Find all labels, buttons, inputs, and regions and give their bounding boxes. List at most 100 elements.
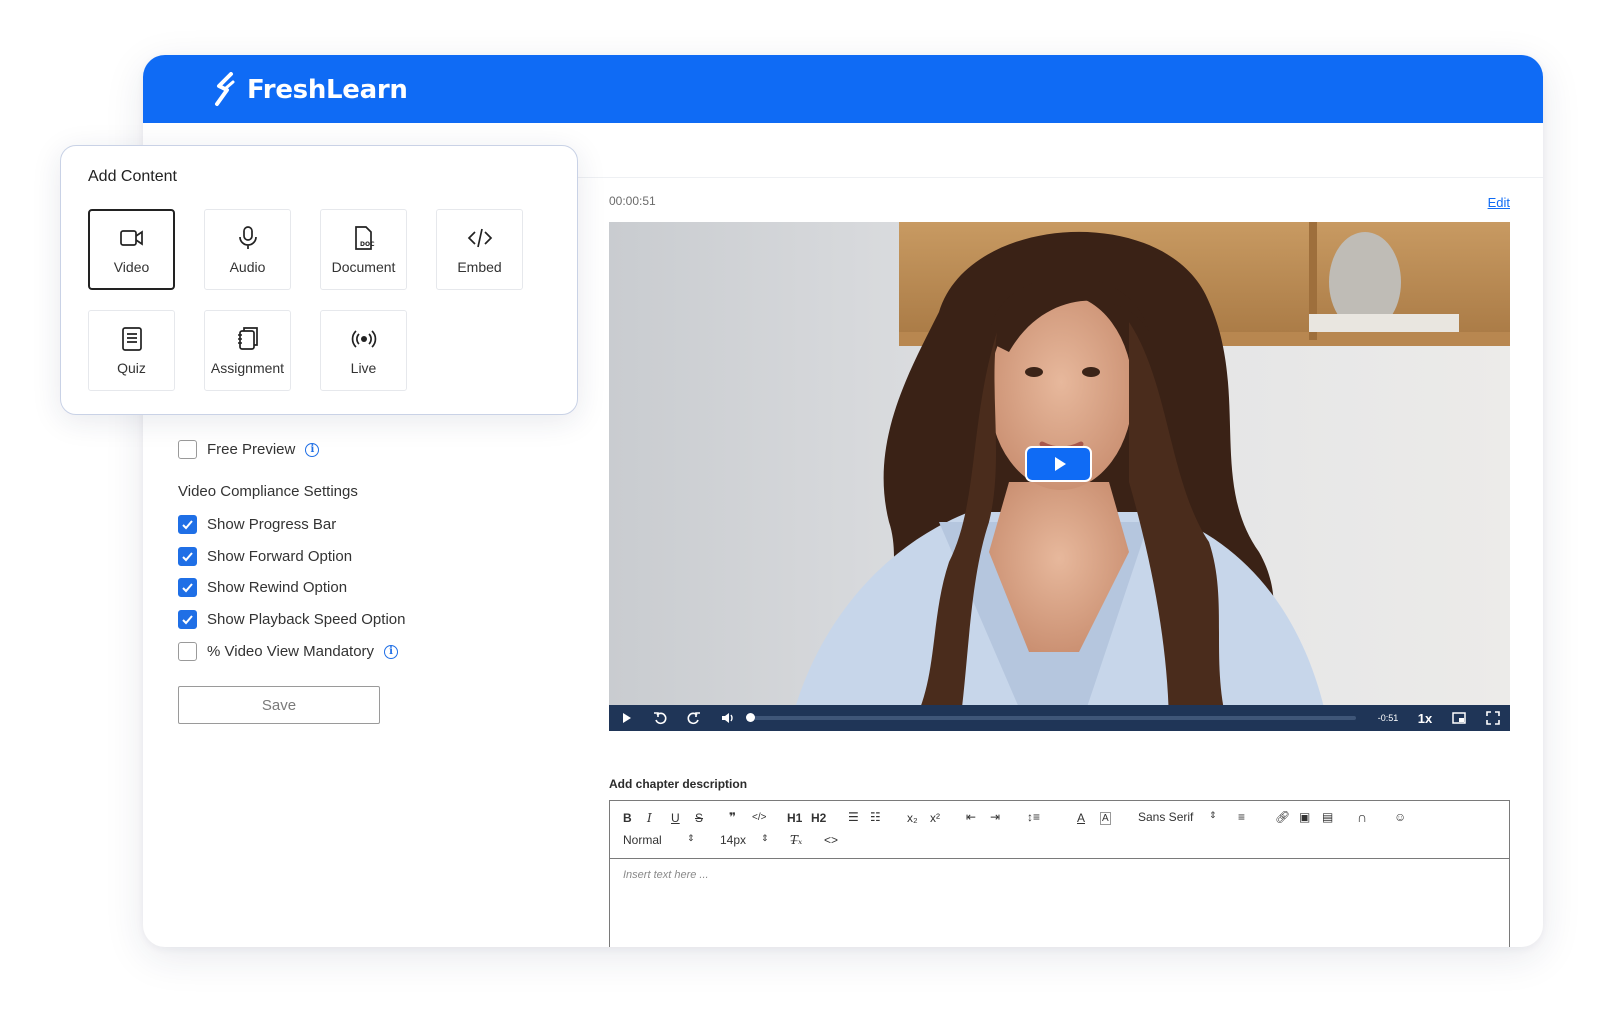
subscript-icon[interactable]: x₂ bbox=[907, 811, 918, 825]
option-row[interactable]: Show Forward Option bbox=[178, 547, 352, 566]
assignment-icon bbox=[237, 326, 258, 350]
description-label: Add chapter description bbox=[609, 777, 748, 791]
headphones-icon[interactable]: ∩ bbox=[1357, 809, 1367, 825]
chevron-updown-icon: ⇕ bbox=[687, 833, 695, 843]
free-preview-label: Free Preview bbox=[207, 441, 296, 458]
option-label: % Video View Mandatory bbox=[207, 643, 375, 660]
underline-button[interactable]: U bbox=[671, 811, 680, 825]
progress-bar[interactable] bbox=[746, 713, 1356, 722]
tile-label: Assignment bbox=[210, 359, 285, 376]
option-label: Show Rewind Option bbox=[207, 579, 348, 596]
video-embed-icon[interactable]: ▤ bbox=[1322, 810, 1333, 824]
play-button[interactable] bbox=[1025, 446, 1092, 482]
tile-label: Quiz bbox=[117, 359, 146, 376]
option-row[interactable]: Show Progress Bar bbox=[178, 515, 336, 534]
chevron-updown-icon: ⇕ bbox=[1209, 810, 1217, 820]
tile-label: Audio bbox=[229, 258, 266, 275]
bullet-list-icon[interactable]: ☷ bbox=[870, 810, 881, 824]
playback-speed[interactable]: 1x bbox=[1408, 711, 1442, 726]
rich-text-editor[interactable]: B I U S ❞ </> H1 H2 ☰ ☷ x₂ x² ⇤ ⇥ ↕≡ A A… bbox=[609, 800, 1510, 947]
save-button[interactable]: Save bbox=[178, 686, 380, 724]
volume-icon[interactable] bbox=[711, 705, 745, 731]
free-preview-checkbox[interactable] bbox=[178, 440, 197, 459]
indent-icon[interactable]: ⇥ bbox=[990, 810, 1000, 824]
forward-icon[interactable] bbox=[677, 705, 711, 731]
video-icon bbox=[119, 229, 143, 246]
video-duration: 00:00:51 bbox=[609, 194, 656, 208]
checkbox-checked[interactable] bbox=[178, 578, 197, 597]
italic-button[interactable]: I bbox=[647, 811, 652, 825]
content-type-audio[interactable]: Audio bbox=[204, 209, 291, 290]
heading2-button[interactable]: H2 bbox=[811, 811, 826, 825]
code-icon bbox=[467, 228, 492, 247]
bold-button[interactable]: B bbox=[623, 811, 632, 825]
info-icon[interactable]: i bbox=[384, 644, 399, 659]
picture-in-picture-icon[interactable] bbox=[1442, 705, 1476, 731]
fullscreen-icon[interactable] bbox=[1476, 705, 1510, 731]
block-format-select[interactable]: Normal bbox=[623, 833, 662, 847]
add-content-popup: Add Content Video Audio DOC Document Emb… bbox=[60, 145, 578, 415]
checkbox-checked[interactable] bbox=[178, 515, 197, 534]
svg-text:DOC: DOC bbox=[360, 241, 375, 248]
checkbox-unchecked[interactable] bbox=[178, 642, 197, 661]
free-preview-row[interactable]: Free Preview i bbox=[178, 440, 320, 459]
text-color-icon[interactable]: A bbox=[1077, 811, 1085, 825]
tile-label: Live bbox=[350, 359, 377, 376]
outdent-icon[interactable]: ⇤ bbox=[966, 810, 976, 824]
content-type-document[interactable]: DOC Document bbox=[320, 209, 407, 290]
time-remaining: -0:51 bbox=[1377, 713, 1399, 723]
option-label: Show Playback Speed Option bbox=[207, 611, 406, 628]
checkbox-checked[interactable] bbox=[178, 610, 197, 629]
line-height-icon[interactable]: ↕≡ bbox=[1027, 810, 1040, 824]
option-row[interactable]: Show Rewind Option bbox=[178, 578, 347, 597]
option-row[interactable]: Show Playback Speed Option bbox=[178, 610, 405, 629]
microphone-icon bbox=[238, 225, 257, 249]
compliance-section-title: Video Compliance Settings bbox=[178, 483, 358, 500]
superscript-icon[interactable]: x² bbox=[930, 811, 940, 825]
chevron-updown-icon: ⇕ bbox=[761, 833, 769, 843]
edit-link[interactable]: Edit bbox=[1488, 195, 1510, 210]
tile-label: Embed bbox=[457, 258, 502, 275]
rewind-icon[interactable] bbox=[643, 705, 677, 731]
image-icon[interactable]: ▣ bbox=[1299, 810, 1310, 824]
option-row[interactable]: % Video View Mandatory i bbox=[178, 642, 399, 661]
font-family-select[interactable]: Sans Serif bbox=[1138, 810, 1193, 824]
info-icon[interactable]: i bbox=[305, 442, 320, 457]
editor-toolbar: B I U S ❞ </> H1 H2 ☰ ☷ x₂ x² ⇤ ⇥ ↕≡ A A… bbox=[610, 801, 1509, 859]
play-icon[interactable] bbox=[609, 705, 643, 731]
content-type-embed[interactable]: Embed bbox=[436, 209, 523, 290]
document-icon: DOC bbox=[354, 225, 375, 250]
heading1-button[interactable]: H1 bbox=[787, 811, 802, 825]
clear-format-icon[interactable]: T̶ₓ bbox=[790, 833, 802, 847]
page: FreshLearn 00:00:51 Edit -0:51 1x Add ch… bbox=[0, 0, 1612, 1018]
top-bar: FreshLearn bbox=[143, 55, 1543, 123]
brand-logo[interactable]: FreshLearn bbox=[213, 72, 408, 108]
video-player[interactable]: -0:51 1x bbox=[609, 222, 1510, 731]
option-label: Show Forward Option bbox=[207, 548, 353, 565]
checkbox-checked[interactable] bbox=[178, 547, 197, 566]
source-code-icon[interactable]: <> bbox=[824, 833, 838, 847]
content-type-quiz[interactable]: Quiz bbox=[88, 310, 175, 391]
progress-handle[interactable] bbox=[746, 713, 755, 722]
freshlearn-logo-icon bbox=[215, 72, 235, 106]
link-icon[interactable]: 🔗︎ bbox=[1275, 810, 1290, 824]
align-icon[interactable]: ≡ bbox=[1238, 810, 1245, 824]
option-label: Show Progress Bar bbox=[207, 516, 337, 533]
tile-label: Video bbox=[113, 258, 150, 275]
blockquote-icon[interactable]: ❞ bbox=[729, 810, 736, 824]
editor-placeholder[interactable]: Insert text here ... bbox=[623, 869, 709, 881]
popup-title: Add Content bbox=[88, 168, 177, 185]
ordered-list-icon[interactable]: ☰ bbox=[848, 810, 859, 824]
content-type-video[interactable]: Video bbox=[88, 209, 175, 290]
live-broadcast-icon bbox=[351, 329, 376, 348]
emoji-icon[interactable]: ☺ bbox=[1394, 810, 1406, 824]
quiz-icon bbox=[121, 326, 142, 351]
content-type-assignment[interactable]: Assignment bbox=[204, 310, 291, 391]
player-controls: -0:51 1x bbox=[609, 705, 1510, 731]
code-block-icon[interactable]: </> bbox=[752, 812, 766, 823]
highlight-color-icon[interactable]: A bbox=[1100, 812, 1111, 825]
font-size-select[interactable]: 14px bbox=[720, 833, 746, 847]
content-type-live[interactable]: Live bbox=[320, 310, 407, 391]
strikethrough-button[interactable]: S bbox=[695, 811, 703, 825]
brand-name: FreshLearn bbox=[247, 75, 408, 105]
